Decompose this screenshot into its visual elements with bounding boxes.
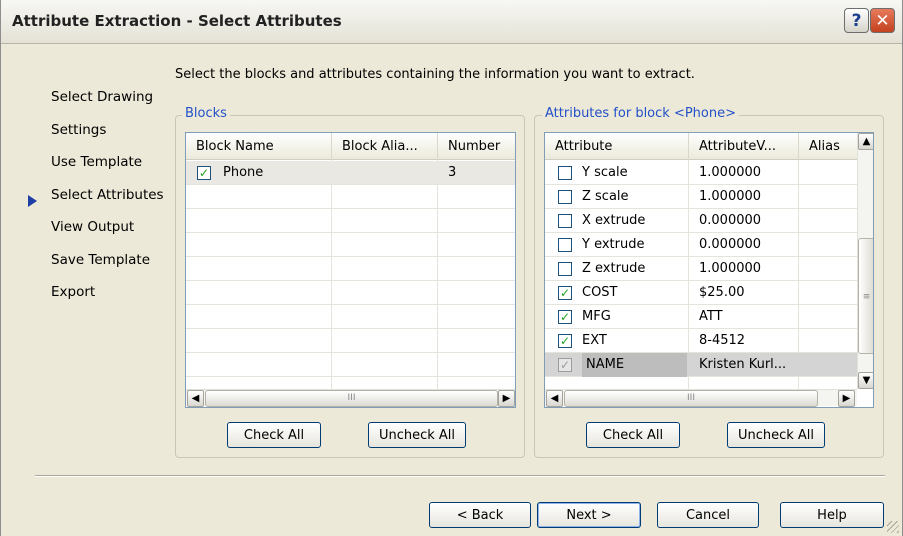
empty-row (186, 353, 515, 377)
instruction-text: Select the blocks and attributes contain… (175, 67, 695, 82)
attribute-value-cell: 1.000000 (699, 189, 762, 204)
attributes-group-label: Attributes for block <Phone> (542, 106, 739, 121)
checkbox[interactable]: ✓ (558, 286, 572, 300)
help-title-button[interactable]: ? (844, 8, 869, 33)
scroll-thumb[interactable]: ≡ (858, 238, 873, 354)
attribute-value-cell: ATT (699, 309, 723, 324)
nav-item-select-attributes[interactable]: Select Attributes (51, 187, 164, 203)
checkbox[interactable] (558, 190, 572, 204)
attribute-value-cell: 1.000000 (699, 165, 762, 180)
attributes-list[interactable]: Attribute AttributeV... Alias Y scale 1.… (544, 132, 874, 408)
attribute-name-cell: COST (582, 285, 618, 300)
help-button[interactable]: Help (780, 502, 884, 528)
empty-row (186, 257, 515, 281)
block-number-cell: 3 (448, 165, 457, 180)
attribute-name-cell: Y scale (582, 165, 628, 180)
empty-row (186, 233, 515, 257)
attribute-value-cell: $25.00 (699, 285, 745, 300)
attribute-row[interactable]: ✓ MFG ATT (545, 305, 857, 329)
attributes-vertical-scrollbar[interactable]: ▲ ≡ ▼ (857, 133, 873, 389)
attribute-value-cell: Kristen Kurl... (699, 357, 787, 372)
scroll-right-icon[interactable]: ▶ (838, 390, 855, 407)
cancel-button[interactable]: Cancel (657, 502, 759, 528)
attribute-row[interactable]: X extrude 0.000000 (545, 209, 857, 233)
attribute-value-cell: 8-4512 (699, 333, 746, 348)
scroll-thumb[interactable]: III (564, 390, 818, 407)
attribute-name-cell: X extrude (582, 213, 646, 228)
attribute-name-cell: Y extrude (582, 237, 645, 252)
column-alias[interactable]: Alias (799, 133, 857, 160)
nav-item-save-template[interactable]: Save Template (51, 252, 150, 268)
current-step-arrow-icon (28, 195, 37, 207)
checkbox[interactable]: ✓ (197, 166, 211, 180)
footer-separator (35, 475, 885, 477)
column-attribute-value[interactable]: AttributeV... (689, 133, 799, 160)
attribute-row[interactable]: ✓ COST $25.00 (545, 281, 857, 305)
attribute-row[interactable]: Y scale 1.000000 (545, 161, 857, 185)
scroll-thumb[interactable]: III (205, 390, 498, 407)
scroll-up-icon[interactable]: ▲ (858, 133, 873, 150)
scroll-left-icon[interactable]: ◀ (546, 390, 563, 407)
checkbox[interactable] (558, 166, 572, 180)
scroll-left-icon[interactable]: ◀ (187, 390, 204, 407)
empty-row (186, 185, 515, 209)
scroll-right-icon[interactable]: ▶ (498, 390, 515, 407)
attributes-list-header: Attribute AttributeV... Alias (545, 133, 857, 160)
attribute-row-selected[interactable]: ✓ NAME Kristen Kurl... (545, 353, 857, 377)
blocks-group-label: Blocks (182, 106, 230, 121)
blocks-check-all-button[interactable]: Check All (227, 422, 321, 448)
next-button[interactable]: Next > (537, 502, 641, 528)
checkbox[interactable] (558, 262, 572, 276)
empty-row (186, 305, 515, 329)
checkbox[interactable]: ✓ (558, 310, 572, 324)
blocks-list-header: Block Name Block Alia... Number (186, 133, 515, 160)
blocks-list[interactable]: Block Name Block Alia... Number ✓ Phone … (185, 132, 516, 408)
column-number[interactable]: Number (438, 133, 515, 160)
attribute-value-cell: 0.000000 (699, 237, 762, 252)
dialog-window: Attribute Extraction - Select Attributes… (0, 0, 903, 536)
window-title: Attribute Extraction - Select Attributes (12, 12, 342, 30)
attribute-value-cell: 0.000000 (699, 213, 762, 228)
close-button[interactable]: ✕ (870, 8, 895, 33)
nav-item-export[interactable]: Export (51, 284, 95, 300)
nav-item-settings[interactable]: Settings (51, 122, 106, 138)
checkbox[interactable] (558, 238, 572, 252)
attribute-name-cell: Z extrude (582, 261, 646, 276)
column-block-alias[interactable]: Block Alia... (332, 133, 438, 160)
checkbox[interactable] (558, 214, 572, 228)
scroll-down-icon[interactable]: ▼ (858, 372, 873, 389)
attribute-value-cell: 1.000000 (699, 261, 762, 276)
empty-row (186, 281, 515, 305)
nav-item-select-drawing[interactable]: Select Drawing (51, 89, 153, 105)
attribute-row[interactable]: Y extrude 0.000000 (545, 233, 857, 257)
nav-item-view-output[interactable]: View Output (51, 219, 134, 235)
block-name-cell: Phone (223, 165, 264, 180)
nav-item-use-template[interactable]: Use Template (51, 154, 142, 170)
column-attribute[interactable]: Attribute (545, 133, 689, 160)
resize-grip-icon[interactable] (887, 521, 899, 533)
title-bar[interactable]: Attribute Extraction - Select Attributes… (1, 0, 902, 44)
blocks-uncheck-all-button[interactable]: Uncheck All (368, 422, 466, 448)
column-block-name[interactable]: Block Name (186, 133, 332, 160)
attribute-name-cell: MFG (582, 309, 611, 324)
attributes-uncheck-all-button[interactable]: Uncheck All (727, 422, 825, 448)
attribute-name-cell: Z scale (582, 189, 629, 204)
checkbox[interactable]: ✓ (558, 358, 572, 372)
attribute-row[interactable]: ✓ EXT 8-4512 (545, 329, 857, 353)
table-row[interactable]: ✓ Phone 3 (186, 161, 515, 185)
blocks-horizontal-scrollbar[interactable]: ◀ III ▶ (186, 389, 515, 407)
attribute-name-cell: NAME (582, 353, 687, 377)
attribute-row[interactable]: Z scale 1.000000 (545, 185, 857, 209)
checkbox[interactable]: ✓ (558, 334, 572, 348)
attributes-check-all-button[interactable]: Check All (586, 422, 680, 448)
attribute-name-cell: EXT (582, 333, 607, 348)
empty-row (186, 329, 515, 353)
empty-row (186, 209, 515, 233)
attributes-horizontal-scrollbar[interactable]: ◀ III ▶ (545, 389, 857, 407)
back-button[interactable]: < Back (429, 502, 531, 528)
attribute-row[interactable]: Z extrude 1.000000 (545, 257, 857, 281)
